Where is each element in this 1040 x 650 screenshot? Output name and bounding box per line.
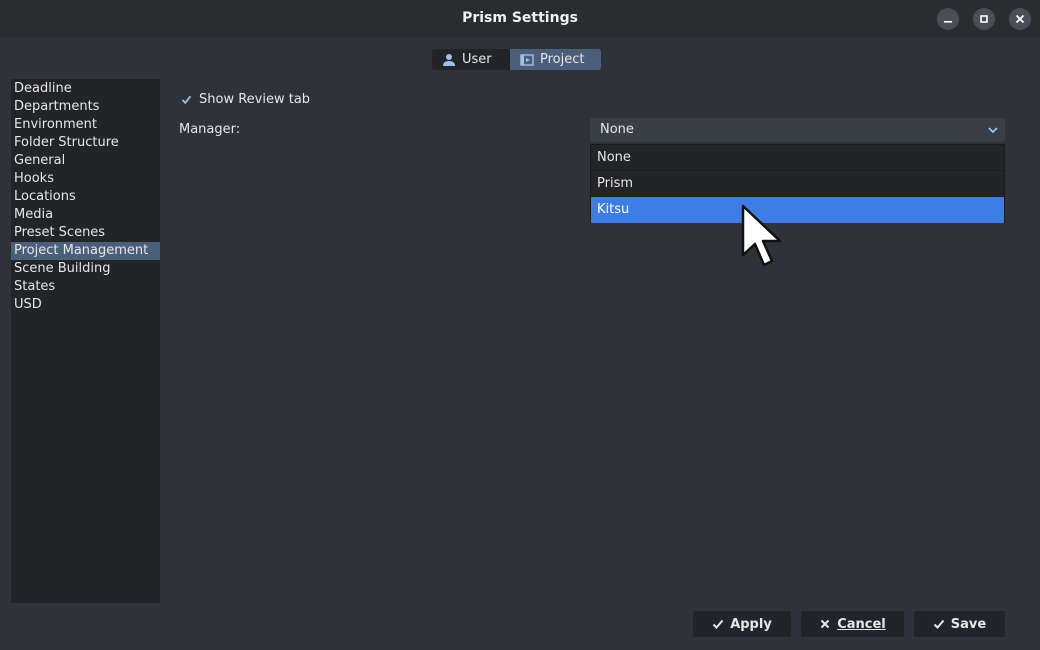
apply-button-label: Apply: [730, 616, 772, 632]
manager-label: Manager:: [179, 122, 241, 137]
sidebar-item-preset-scenes[interactable]: Preset Scenes: [11, 224, 160, 242]
sidebar-item-folder-structure[interactable]: Folder Structure: [11, 134, 160, 152]
checkmark-icon: [181, 95, 192, 105]
manager-option-prism[interactable]: Prism: [591, 171, 1004, 197]
save-button-label: Save: [950, 616, 987, 632]
sidebar-item-project-management[interactable]: Project Management: [11, 242, 160, 260]
checkmark-icon: [712, 619, 724, 629]
tab-project-label: Project: [540, 52, 585, 67]
title-bar: Prism Settings: [0, 0, 1040, 38]
sidebar-item-locations[interactable]: Locations: [11, 188, 160, 206]
manager-option-kitsu[interactable]: Kitsu: [591, 197, 1004, 223]
tab-project[interactable]: Project: [510, 49, 601, 70]
window-title: Prism Settings: [462, 10, 578, 26]
sidebar-item-usd[interactable]: USD: [11, 296, 160, 314]
show-review-tab-checkbox[interactable]: [181, 94, 192, 105]
maximize-icon: [980, 15, 988, 23]
close-button[interactable]: [1009, 8, 1031, 30]
minimize-button[interactable]: [937, 8, 959, 30]
sidebar-item-general[interactable]: General: [11, 152, 160, 170]
close-icon: [821, 619, 830, 629]
project-icon: [520, 53, 534, 66]
tab-user[interactable]: User: [432, 49, 510, 70]
sidebar-item-deadline[interactable]: Deadline: [11, 80, 160, 98]
manager-option-none[interactable]: None: [591, 145, 1004, 171]
save-button[interactable]: Save: [914, 611, 1005, 637]
sidebar-item-hooks[interactable]: Hooks: [11, 170, 160, 188]
maximize-button[interactable]: [973, 8, 995, 30]
checkmark-icon: [933, 619, 945, 629]
cancel-button-label: Cancel: [837, 616, 886, 632]
apply-button[interactable]: Apply: [693, 611, 791, 637]
manager-dropdown-list: None Prism Kitsu: [590, 144, 1005, 223]
sidebar-item-states[interactable]: States: [11, 278, 160, 296]
chevron-down-icon: [988, 127, 998, 134]
mouse-pointer-icon: [741, 204, 782, 267]
settings-category-list: Deadline Departments Environment Folder …: [11, 79, 160, 603]
sidebar-item-media[interactable]: Media: [11, 206, 160, 224]
minimize-icon: [944, 21, 952, 23]
manager-select[interactable]: None: [590, 118, 1005, 142]
tab-user-label: User: [462, 52, 492, 67]
show-review-tab-row[interactable]: Show Review tab: [181, 92, 310, 107]
cancel-button[interactable]: Cancel: [801, 611, 904, 637]
sidebar-item-environment[interactable]: Environment: [11, 116, 160, 134]
show-review-tab-label: Show Review tab: [199, 92, 311, 107]
close-icon: [1015, 14, 1025, 24]
user-icon: [443, 53, 455, 66]
settings-tab-bar: User Project: [432, 49, 601, 70]
sidebar-item-scene-building[interactable]: Scene Building: [11, 260, 160, 278]
sidebar-item-departments[interactable]: Departments: [11, 98, 160, 116]
manager-select-value: None: [600, 122, 634, 137]
